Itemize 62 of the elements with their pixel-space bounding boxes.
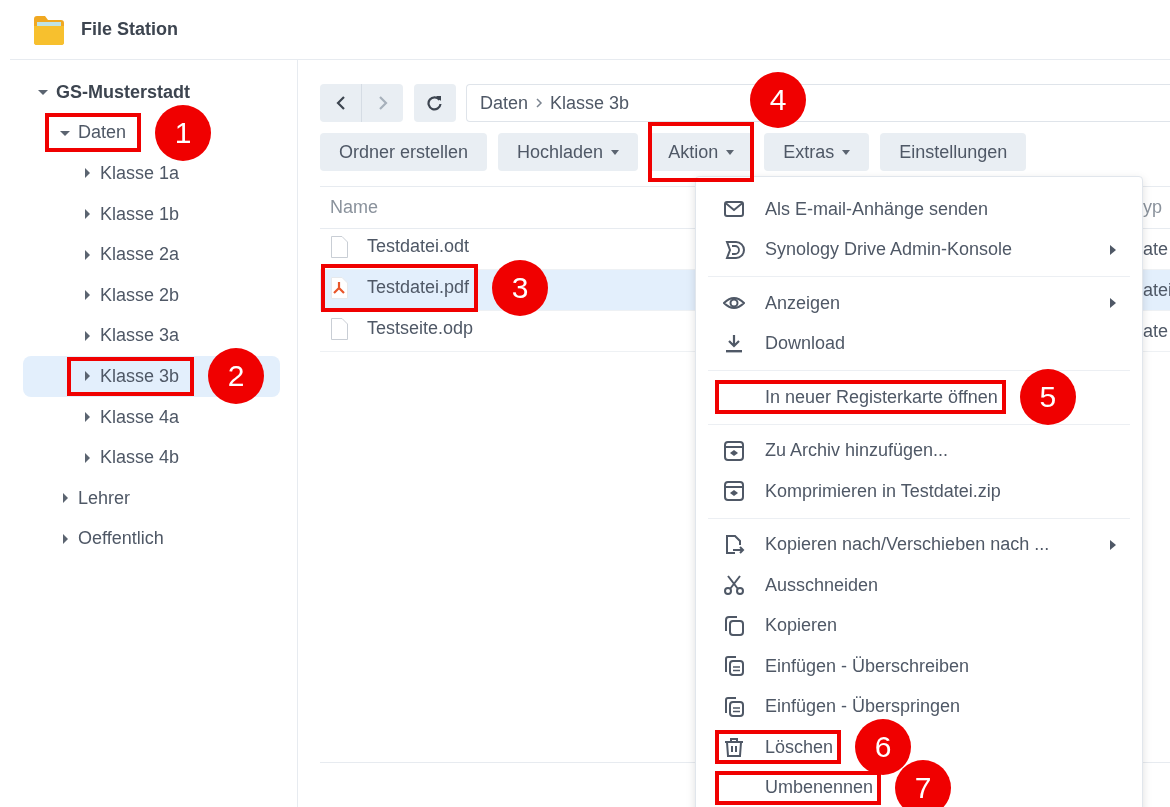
tree-item[interactable]: Klasse 4a bbox=[82, 406, 180, 428]
toolbar-button[interactable]: Ordner erstellen bbox=[320, 133, 488, 171]
back-icon bbox=[334, 95, 347, 111]
copy-icon bbox=[723, 614, 745, 637]
refresh-icon bbox=[427, 95, 443, 111]
clipboard-icon bbox=[723, 655, 745, 678]
file-name: Testdatei.pdf bbox=[367, 277, 470, 298]
tree-item[interactable]: Oeffentlich bbox=[60, 528, 164, 550]
tree-item[interactable]: Klasse 1b bbox=[82, 203, 180, 225]
file-name: Testseite.odp bbox=[367, 318, 474, 339]
menu-item[interactable]: Umbenennen bbox=[723, 776, 874, 799]
tree-item[interactable]: Klasse 2a bbox=[82, 244, 180, 266]
archive-box-icon bbox=[723, 480, 745, 503]
file-name: Testdatei.odt bbox=[367, 236, 470, 257]
menu-item[interactable]: Anzeigen bbox=[723, 292, 841, 315]
tree-item[interactable]: Lehrer bbox=[60, 487, 131, 509]
breadcrumb-item[interactable]: Daten bbox=[480, 92, 529, 114]
toolbar-button[interactable]: Hochladen bbox=[498, 133, 639, 171]
table-cell: ate bbox=[1143, 238, 1170, 260]
tree-item[interactable]: GS-Musterstadt bbox=[38, 81, 190, 103]
clipboard-icon bbox=[723, 695, 745, 718]
menu-item[interactable]: Als E-mail-Anhänge senden bbox=[723, 198, 989, 221]
breadcrumb-item[interactable]: Klasse 3b bbox=[550, 92, 630, 114]
table-cell: ate bbox=[1143, 320, 1170, 342]
trash-icon bbox=[723, 736, 745, 759]
tree-item[interactable]: Klasse 1a bbox=[82, 163, 180, 184]
menu-item[interactable]: In neuer Registerkarte öffnen bbox=[723, 386, 998, 409]
tree-item[interactable]: Daten bbox=[60, 122, 127, 144]
app-title: File Station bbox=[81, 19, 178, 40]
menu-item[interactable]: Download bbox=[723, 332, 846, 355]
toolbar-button[interactable]: Extras bbox=[764, 133, 870, 171]
menu-item[interactable]: Kopieren nach/Verschieben nach ... bbox=[723, 533, 1050, 556]
step-badge: 2 bbox=[208, 348, 265, 405]
chevron-right-icon bbox=[535, 97, 544, 109]
drive-icon bbox=[723, 238, 745, 261]
tree-item[interactable]: Klasse 4b bbox=[82, 447, 180, 469]
document-icon bbox=[330, 316, 349, 341]
forward-icon bbox=[376, 95, 389, 111]
scissors-icon bbox=[723, 574, 745, 597]
step-badge: 4 bbox=[750, 72, 807, 128]
menu-item[interactable]: Komprimieren in Testdatei.zip bbox=[723, 480, 1001, 503]
download-icon bbox=[723, 332, 745, 355]
menu-item[interactable]: Kopieren bbox=[723, 614, 838, 637]
menu-item[interactable]: Einfügen - Überschreiben bbox=[723, 655, 970, 678]
step-badge: 1 bbox=[155, 104, 212, 161]
menu-item[interactable]: Ausschneiden bbox=[723, 574, 879, 597]
menu-item[interactable]: Löschen bbox=[723, 736, 834, 759]
menu-item[interactable]: Einfügen - Überspringen bbox=[723, 695, 961, 718]
tree-item[interactable]: Klasse 3a bbox=[82, 325, 180, 347]
toolbar-button[interactable]: Einstellungen bbox=[880, 133, 1027, 171]
refresh-button[interactable] bbox=[414, 84, 456, 122]
file-arrow-icon bbox=[723, 533, 745, 556]
menu-item[interactable]: Zu Archiv hinzufügen... bbox=[723, 439, 949, 462]
tree-item[interactable]: Klasse 3b bbox=[82, 365, 180, 387]
table-cell: atei bbox=[1143, 279, 1170, 301]
menu-item[interactable]: Synology Drive Admin-Konsole bbox=[723, 238, 1013, 261]
archive-box-icon bbox=[723, 439, 745, 462]
tree-item[interactable]: Klasse 2b bbox=[82, 284, 180, 306]
pdf-file-icon bbox=[330, 275, 349, 300]
step-badge: 3 bbox=[492, 259, 549, 316]
back-button[interactable] bbox=[320, 84, 361, 122]
document-icon bbox=[330, 234, 349, 259]
